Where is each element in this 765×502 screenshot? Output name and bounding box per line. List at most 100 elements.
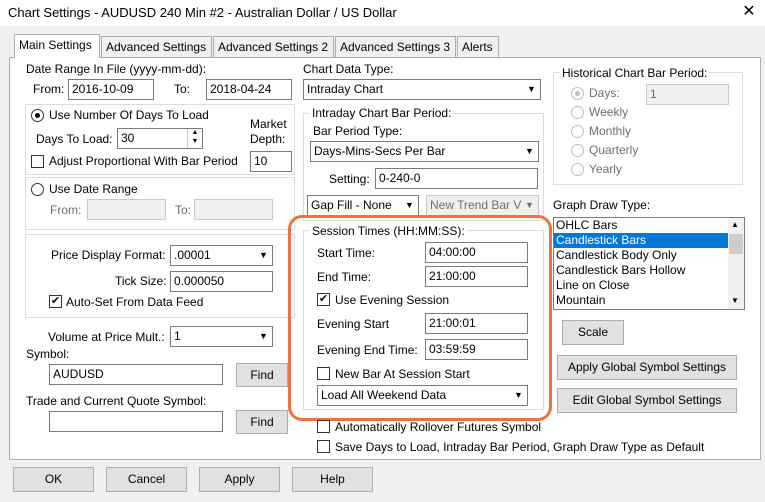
edit-global-symbol-button[interactable]: Edit Global Symbol Settings (557, 388, 737, 413)
to-label: To: (174, 82, 191, 96)
bar-period-type-select[interactable]: Days-Mins-Secs Per Bar ▼ (310, 141, 539, 162)
use-date-range-radio[interactable] (31, 183, 44, 196)
historical-yearly-label: Yearly (589, 162, 622, 176)
days-to-load-label: Days To Load: (36, 132, 113, 146)
range-to-field (194, 199, 273, 220)
auto-set-label: Auto-Set From Data Feed (66, 295, 204, 309)
from-label: From: (33, 82, 65, 96)
bar-period-type-label: Bar Period Type: (313, 124, 403, 138)
historical-monthly-radio (571, 125, 584, 138)
graph-draw-type-list[interactable]: OHLC Bars Candlestick Bars Candlestick B… (553, 217, 745, 310)
historical-monthly-label: Monthly (589, 124, 632, 138)
spin-down-icon[interactable]: ▼ (187, 138, 202, 148)
scroll-up-icon[interactable]: ▲ (731, 220, 739, 229)
historical-days-field: 1 (646, 84, 729, 105)
new-trend-bar-select: New Trend Bar V ▼ (426, 195, 539, 216)
historical-weekly-label: Weekly (589, 105, 629, 119)
rollover-checkbox[interactable] (317, 420, 330, 433)
list-item[interactable]: Line on Close (554, 278, 744, 293)
symbol-label: Symbol: (26, 347, 70, 361)
apply-global-symbol-button[interactable]: Apply Global Symbol Settings (557, 355, 737, 380)
apply-button[interactable]: Apply (199, 467, 280, 492)
tab-advanced-settings[interactable]: Advanced Settings (101, 36, 212, 57)
list-item[interactable]: Candlestick Body Only (554, 248, 744, 263)
session-highlight-annotation (288, 215, 552, 421)
days-to-load-stepper[interactable]: 30 ▲ ▼ (117, 128, 203, 149)
trade-symbol-find-button[interactable]: Find (236, 410, 288, 434)
intraday-group-label: Intraday Chart Bar Period: (310, 106, 454, 120)
tick-size-field[interactable]: 0.000050 (170, 271, 273, 292)
save-defaults-checkbox[interactable] (317, 440, 330, 453)
historical-quarterly-radio (571, 144, 584, 157)
trade-symbol-field[interactable] (49, 411, 223, 432)
historical-days-radio (571, 87, 584, 100)
setting-field[interactable]: 0-240-0 (375, 168, 538, 189)
tab-advanced-settings-3[interactable]: Advanced Settings 3 (335, 36, 456, 57)
chevron-down-icon: ▼ (525, 200, 534, 210)
auto-set-checkbox[interactable]: ✔ (49, 295, 62, 308)
rollover-label: Automatically Rollover Futures Symbol (335, 420, 542, 434)
save-defaults-label: Save Days to Load, Intraday Bar Period, … (335, 440, 705, 454)
chart-data-type-select[interactable]: Intraday Chart ▼ (303, 79, 541, 100)
volume-select[interactable]: 1 ▼ (170, 326, 273, 347)
tab-main-settings[interactable]: Main Settings (14, 34, 100, 58)
graph-draw-type-label: Graph Draw Type: (553, 198, 651, 212)
gap-fill-select[interactable]: Gap Fill - None ▼ (307, 195, 419, 216)
price-display-format-select[interactable]: .00001 ▼ (170, 245, 273, 266)
scale-button[interactable]: Scale (562, 320, 624, 345)
price-display-format-value: .00001 (174, 248, 211, 262)
setting-label: Setting: (329, 172, 370, 186)
market-depth-label-2: Depth: (250, 132, 286, 146)
range-to-label: To: (175, 203, 192, 217)
tab-advanced-settings-2[interactable]: Advanced Settings 2 (213, 36, 334, 57)
gap-fill-value: Gap Fill - None (311, 198, 392, 212)
tab-alerts[interactable]: Alerts (457, 36, 499, 57)
symbol-field[interactable]: AUDUSD (49, 364, 223, 385)
bar-period-type-value: Days-Mins-Secs Per Bar (314, 144, 446, 158)
date-from-field[interactable]: 2016-10-09 (68, 79, 154, 100)
use-days-label: Use Number Of Days To Load (49, 108, 209, 122)
range-from-label: From: (50, 203, 82, 217)
chevron-down-icon: ▼ (405, 200, 414, 210)
chevron-down-icon: ▼ (527, 84, 536, 94)
days-to-load-value: 30 (121, 131, 135, 145)
historical-group-label: Historical Chart Bar Period: (560, 66, 710, 80)
ok-button[interactable]: OK (13, 467, 94, 492)
historical-yearly-radio (571, 163, 584, 176)
market-depth-field[interactable]: 10 (250, 151, 292, 172)
trade-symbol-label: Trade and Current Quote Symbol: (26, 394, 207, 408)
market-depth-label: Market (250, 117, 287, 131)
historical-quarterly-label: Quarterly (589, 143, 639, 157)
volume-value: 1 (174, 329, 181, 343)
list-scrollbar[interactable]: ▲ ▼ (728, 218, 744, 309)
help-button[interactable]: Help (292, 467, 373, 492)
tick-size-label: Tick Size: (115, 274, 167, 288)
list-item[interactable]: Mountain (554, 293, 744, 308)
scroll-down-icon[interactable]: ▼ (731, 296, 739, 305)
window-title: Chart Settings - AUDUSD 240 Min #2 - Aus… (8, 5, 397, 20)
adjust-proportional-label: Adjust Proportional With Bar Period (49, 154, 238, 168)
historical-weekly-radio (571, 106, 584, 119)
list-item[interactable]: OHLC Bars (554, 218, 744, 233)
scroll-thumb[interactable] (729, 234, 743, 254)
range-from-field (87, 199, 166, 220)
list-item[interactable]: Candlestick Bars Hollow (554, 263, 744, 278)
adjust-proportional-checkbox[interactable] (31, 155, 44, 168)
date-to-field[interactable]: 2018-04-24 (206, 79, 292, 100)
list-item-selected[interactable]: Candlestick Bars (554, 233, 744, 248)
close-icon[interactable]: ✕ (738, 2, 760, 22)
chevron-down-icon: ▼ (525, 146, 534, 156)
chart-data-type-label: Chart Data Type: (303, 62, 394, 76)
historical-days-label: Days: (589, 86, 620, 100)
use-date-range-label: Use Date Range (49, 182, 138, 196)
spin-up-icon[interactable]: ▲ (187, 129, 202, 138)
volume-label: Volume at Price Mult.: (48, 330, 165, 344)
price-display-format-label: Price Display Format: (51, 248, 166, 262)
new-trend-bar-value: New Trend Bar V (430, 198, 522, 212)
chart-data-type-value: Intraday Chart (307, 82, 384, 96)
symbol-find-button[interactable]: Find (236, 363, 288, 387)
use-days-radio[interactable] (31, 109, 44, 122)
chevron-down-icon: ▼ (259, 250, 268, 260)
chart-settings-dialog: Chart Settings - AUDUSD 240 Min #2 - Aus… (0, 0, 765, 502)
cancel-button[interactable]: Cancel (106, 467, 187, 492)
